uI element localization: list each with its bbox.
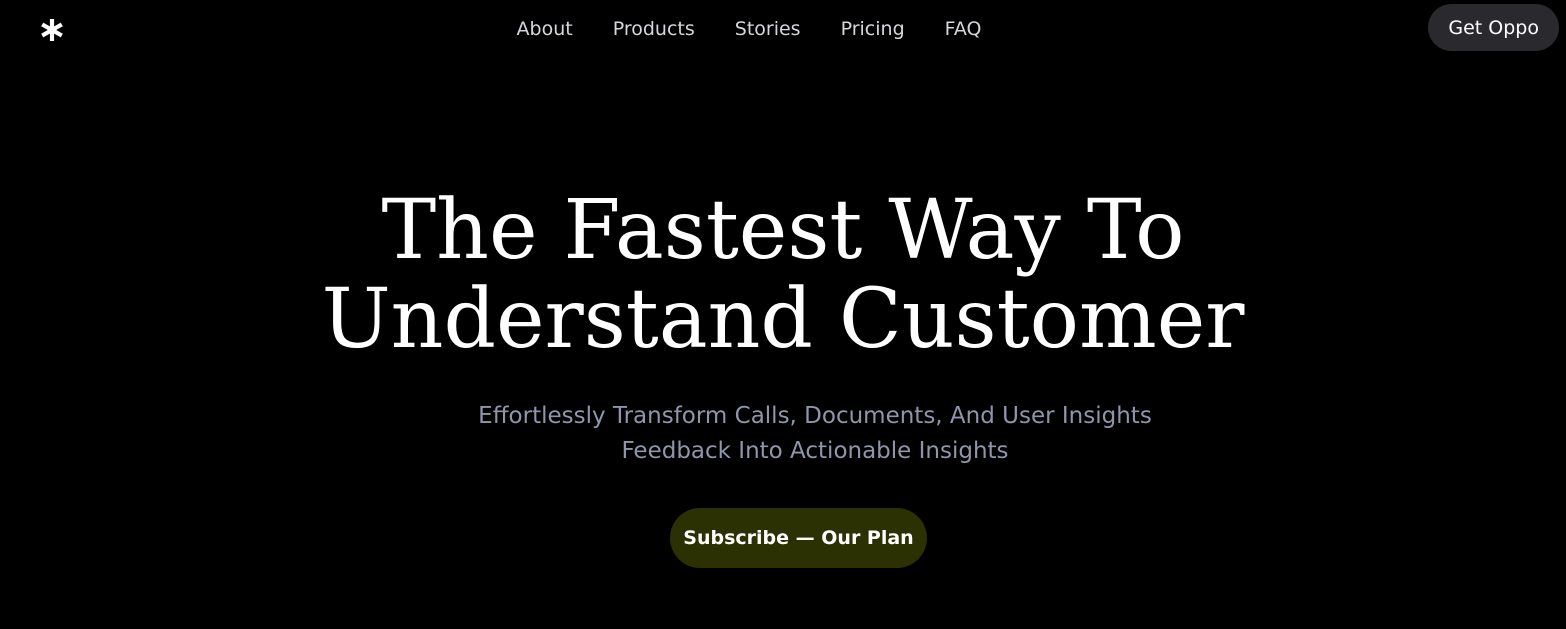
nav-item-pricing[interactable]: Pricing xyxy=(841,18,905,40)
nav-links: About Products Stories Pricing FAQ xyxy=(517,18,982,40)
hero-subtitle-line-2: Feedback Into Actionable Insights xyxy=(621,438,1009,464)
hero-subtitle-line-1: Effortlessly Transform Calls, Documents,… xyxy=(478,403,1152,429)
top-navigation: About Products Stories Pricing FAQ xyxy=(0,0,1566,58)
nav-item-faq[interactable]: FAQ xyxy=(945,18,982,40)
hero-title-line-2: Understand Customer xyxy=(321,272,1245,367)
subscribe-button[interactable]: Subscribe — Our Plan xyxy=(670,508,927,568)
nav-item-products[interactable]: Products xyxy=(613,18,695,40)
hero-subtitle: Effortlessly Transform Calls, Documents,… xyxy=(32,399,1566,469)
get-oppo-button[interactable]: Get Oppo xyxy=(1428,4,1559,51)
hero-title: The Fastest Way To Understand Customer xyxy=(0,186,1566,364)
nav-item-stories[interactable]: Stories xyxy=(735,18,801,40)
nav-item-about[interactable]: About xyxy=(517,18,573,40)
hero-title-line-1: The Fastest Way To xyxy=(381,183,1185,278)
landing-page: About Products Stories Pricing FAQ Get O… xyxy=(0,0,1566,629)
